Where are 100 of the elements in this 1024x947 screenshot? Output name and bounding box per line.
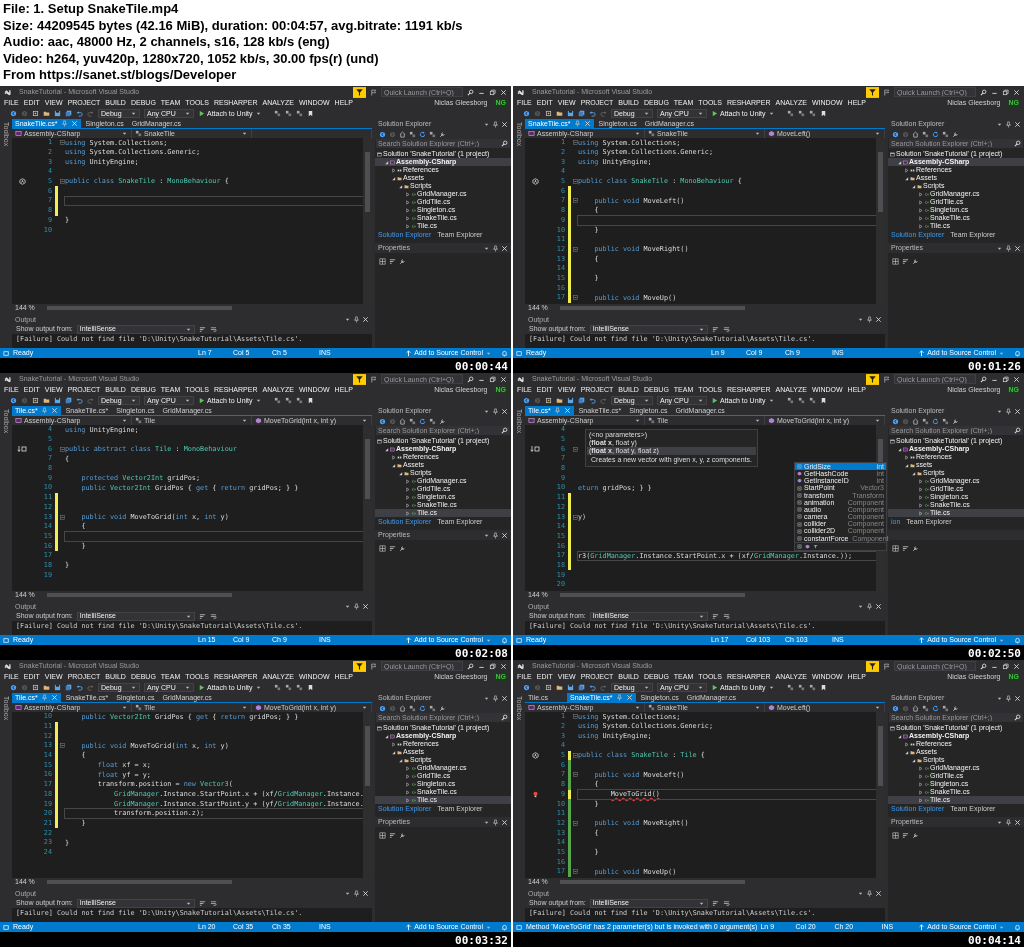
- collapse-icon[interactable]: [572, 446, 578, 452]
- close-icon[interactable]: [1014, 120, 1021, 128]
- toolbar-icon[interactable]: [409, 130, 416, 138]
- close-icon[interactable]: [501, 531, 508, 539]
- pin-icon[interactable]: [866, 890, 873, 897]
- bookmark-icon[interactable]: [306, 684, 314, 691]
- search-icon[interactable]: [980, 375, 987, 383]
- close-icon[interactable]: [875, 316, 882, 323]
- save-icon[interactable]: [54, 684, 61, 691]
- toolbar-icon[interactable]: [429, 130, 436, 138]
- search-icon[interactable]: [467, 88, 474, 96]
- refresh-icon[interactable]: [419, 130, 426, 138]
- restore-icon[interactable]: [1002, 662, 1009, 670]
- home-icon[interactable]: [399, 417, 406, 425]
- close-icon[interactable]: [1013, 662, 1020, 670]
- search-icon[interactable]: [1014, 140, 1021, 147]
- notification-filter-icon[interactable]: [866, 373, 879, 385]
- word-wrap-icon[interactable]: [722, 899, 730, 907]
- undo-icon[interactable]: [76, 684, 83, 691]
- caret-icon[interactable]: [344, 603, 351, 610]
- align-icon[interactable]: [198, 899, 206, 907]
- unity-icon[interactable]: [531, 178, 539, 186]
- flag-icon[interactable]: [883, 662, 890, 670]
- pin-icon[interactable]: [1005, 407, 1012, 415]
- alphabetical-icon[interactable]: [389, 831, 396, 839]
- toolbar-icon[interactable]: [409, 417, 416, 425]
- pin-icon[interactable]: [492, 818, 499, 826]
- alphabetical-icon[interactable]: [902, 257, 909, 265]
- alphabetical-icon[interactable]: [902, 831, 909, 839]
- expanded-arrow-icon[interactable]: [897, 159, 902, 165]
- pin-icon[interactable]: [1005, 244, 1012, 252]
- close-icon[interactable]: [1014, 694, 1021, 702]
- code-editor[interactable]: [525, 712, 885, 878]
- collapse-icon[interactable]: [572, 179, 578, 185]
- search-icon[interactable]: [501, 140, 508, 147]
- align-icon[interactable]: [711, 612, 719, 620]
- close-icon[interactable]: [1013, 88, 1020, 96]
- code-editor[interactable]: [525, 138, 885, 304]
- alphabetical-icon[interactable]: [389, 544, 396, 552]
- collapse-icon[interactable]: [572, 753, 578, 759]
- pin-icon[interactable]: [353, 890, 360, 897]
- toolbar-icon[interactable]: [942, 704, 949, 712]
- caret-icon[interactable]: [344, 316, 351, 323]
- save-all-icon[interactable]: [65, 110, 72, 117]
- toolbar-icon[interactable]: [942, 417, 949, 425]
- toolbar-icon[interactable]: [922, 704, 929, 712]
- folder-icon[interactable]: [43, 110, 50, 117]
- folder-icon[interactable]: [43, 684, 50, 691]
- collapse-icon[interactable]: [59, 743, 65, 749]
- collapsed-arrow-icon[interactable]: [391, 741, 396, 747]
- caret-icon[interactable]: [344, 890, 351, 897]
- word-wrap-icon[interactable]: [722, 612, 730, 620]
- save-icon[interactable]: [54, 110, 61, 117]
- close-icon[interactable]: [1014, 244, 1021, 252]
- expanded-arrow-icon[interactable]: [384, 733, 389, 739]
- collapse-icon[interactable]: [572, 246, 578, 252]
- new-file-icon[interactable]: [545, 110, 552, 117]
- back-icon[interactable]: [523, 684, 530, 691]
- inheritance-icon[interactable]: [17, 445, 27, 454]
- back-icon[interactable]: [379, 417, 386, 425]
- home-icon[interactable]: [399, 130, 406, 138]
- pin-icon[interactable]: [353, 603, 360, 610]
- filter-icon[interactable]: [813, 544, 818, 550]
- undo-icon[interactable]: [589, 684, 596, 691]
- close-icon[interactable]: [500, 88, 507, 96]
- caret-icon[interactable]: [857, 316, 864, 323]
- restore-icon[interactable]: [489, 88, 496, 96]
- pin-icon[interactable]: [1005, 120, 1012, 128]
- back-icon[interactable]: [379, 130, 386, 138]
- refresh-icon[interactable]: [419, 417, 426, 425]
- collapse-icon[interactable]: [59, 446, 65, 452]
- alphabetical-icon[interactable]: [389, 257, 396, 265]
- bookmark-icon[interactable]: [306, 397, 314, 404]
- toolbar-icon[interactable]: [429, 417, 436, 425]
- folder-icon[interactable]: [556, 684, 563, 691]
- collapse-icon[interactable]: [572, 295, 578, 301]
- wrench-icon[interactable]: [912, 544, 919, 552]
- toolbar-icon[interactable]: [922, 130, 929, 138]
- wrench-icon[interactable]: [912, 257, 919, 265]
- wrench-icon[interactable]: [399, 831, 406, 839]
- caret-icon[interactable]: [857, 890, 864, 897]
- close-icon[interactable]: [500, 662, 507, 670]
- pin-icon[interactable]: [1005, 818, 1012, 826]
- unity-icon[interactable]: [531, 752, 539, 760]
- pin-icon[interactable]: [353, 316, 360, 323]
- toolbar-icon[interactable]: [922, 417, 929, 425]
- align-icon[interactable]: [711, 325, 719, 333]
- search-icon[interactable]: [501, 427, 508, 434]
- toolbar-icon[interactable]: [429, 704, 436, 712]
- flag-icon[interactable]: [370, 88, 377, 96]
- notification-filter-icon[interactable]: [866, 660, 879, 672]
- restore-icon[interactable]: [489, 662, 496, 670]
- undo-icon[interactable]: [76, 397, 83, 404]
- unity-icon[interactable]: [18, 178, 26, 186]
- search-icon[interactable]: [467, 662, 474, 670]
- close-icon[interactable]: [875, 890, 882, 897]
- pin-icon[interactable]: [866, 316, 873, 323]
- save-icon[interactable]: [567, 110, 574, 117]
- bookmark-icon[interactable]: [819, 397, 827, 404]
- flag-icon[interactable]: [883, 375, 890, 383]
